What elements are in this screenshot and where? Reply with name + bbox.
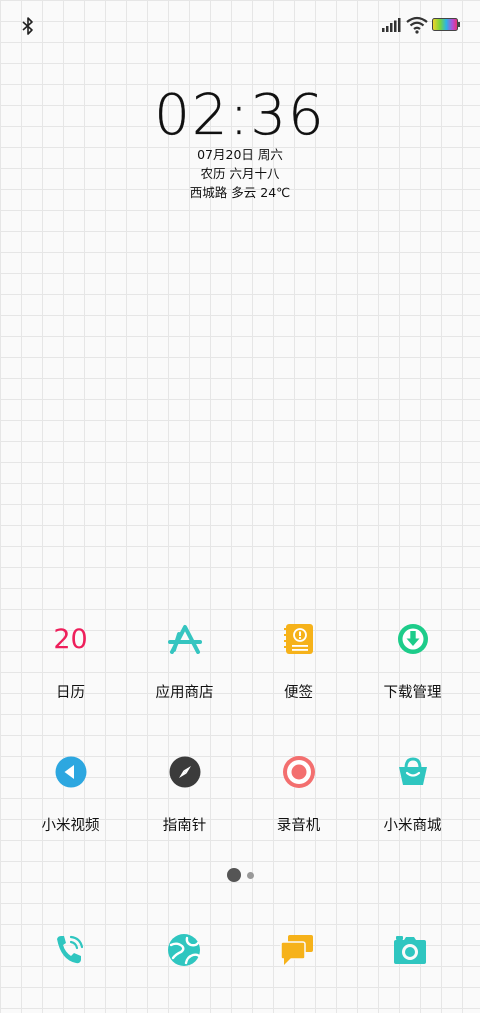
- download-icon: [393, 619, 433, 659]
- app-recorder[interactable]: 录音机: [242, 750, 355, 883]
- app-label: 小米商城: [383, 818, 442, 834]
- app-label: 便签: [284, 685, 313, 701]
- app-mi-store[interactable]: 小米商城: [356, 750, 469, 883]
- app-mi-video[interactable]: 小米视频: [14, 750, 127, 883]
- bluetooth-icon: [22, 17, 33, 35]
- browser-globe-icon: [168, 934, 201, 966]
- shopping-bag-icon: [393, 752, 433, 792]
- dock-phone[interactable]: [50, 930, 90, 970]
- app-label: 指南针: [162, 818, 207, 834]
- camera-icon: [394, 936, 426, 964]
- video-play-icon: [51, 752, 91, 792]
- date-text: 07月20日 周六: [197, 147, 283, 162]
- app-label: 下载管理: [383, 685, 442, 701]
- app-calendar[interactable]: 20 日历: [14, 617, 127, 750]
- app-row-1: 20 日历 应用商店 便签 下载管理: [0, 617, 480, 750]
- app-notes[interactable]: 便签: [242, 617, 355, 750]
- page-dot-active[interactable]: [226, 868, 241, 882]
- dock: [0, 930, 480, 970]
- compass-icon: [165, 752, 205, 792]
- wifi-icon: [406, 16, 428, 34]
- clock-time: 02:36: [154, 83, 326, 148]
- app-store-icon: [165, 619, 205, 659]
- app-row-2: 小米视频 指南针 录音机 小米商城: [0, 750, 480, 883]
- app-label: 小米视频: [41, 818, 100, 834]
- battery-icon: [432, 18, 460, 31]
- phone-icon: [57, 935, 84, 964]
- page-dot[interactable]: [246, 871, 254, 879]
- weather-text: 西城路 多云 24℃: [189, 185, 291, 200]
- app-label: 录音机: [276, 818, 321, 834]
- dock-camera[interactable]: [390, 930, 430, 970]
- recorder-icon: [279, 752, 319, 792]
- app-grid: 20 日历 应用商店 便签 下载管理 小米视频 指南针 录音机 小米商城: [0, 617, 480, 883]
- lunar-date-text: 农历 六月十八: [200, 166, 280, 181]
- app-app-store[interactable]: 应用商店: [128, 617, 241, 750]
- calendar-day-number: 20: [53, 623, 88, 655]
- notes-icon: [279, 619, 319, 659]
- status-bar: [0, 0, 480, 50]
- messages-icon: [280, 935, 313, 965]
- app-download-manager[interactable]: 下载管理: [356, 617, 469, 750]
- page-indicator[interactable]: [0, 868, 480, 882]
- dock-messages[interactable]: [277, 930, 317, 970]
- app-compass[interactable]: 指南针: [128, 750, 241, 883]
- app-label: 日历: [56, 685, 85, 701]
- dock-browser[interactable]: [164, 930, 204, 970]
- cellular-signal-icon: [382, 18, 401, 32]
- calendar-icon: 20: [51, 619, 91, 659]
- app-label: 应用商店: [155, 685, 214, 701]
- lockscreen-clock-widget[interactable]: 02:36 07月20日 周六 农历 六月十八 西城路 多云 24℃: [0, 83, 480, 202]
